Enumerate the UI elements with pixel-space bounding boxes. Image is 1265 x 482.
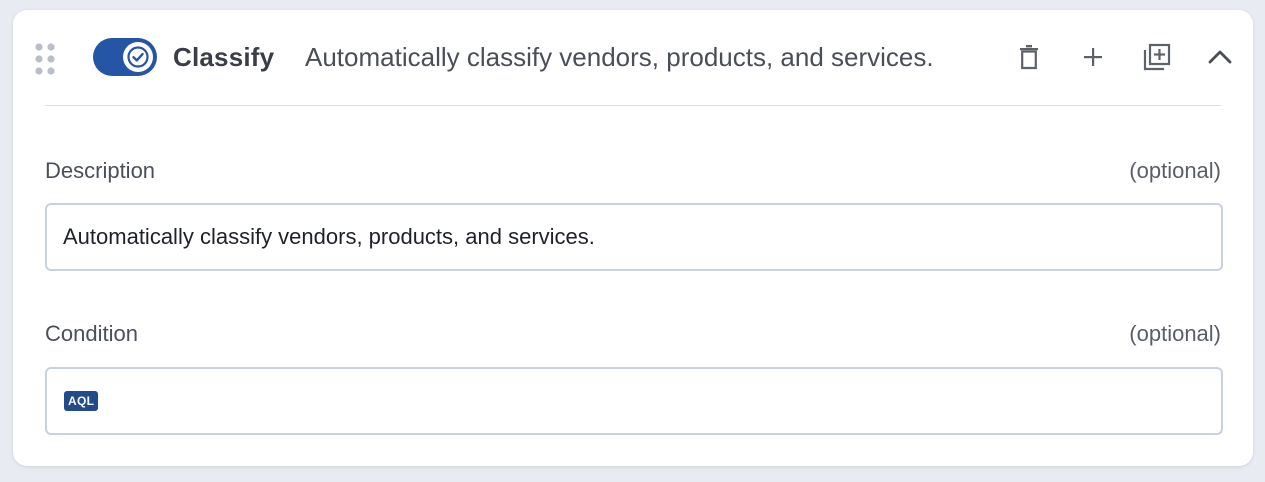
description-label: Description (45, 158, 156, 183)
collapse-button[interactable] (1201, 38, 1239, 76)
trash-icon (1020, 45, 1038, 70)
rule-subtitle: Automatically classify vendors, products… (305, 42, 934, 72)
duplicate-button[interactable] (1138, 38, 1176, 76)
rule-header: Classify Automatically classify vendors,… (13, 10, 1253, 105)
enable-toggle[interactable] (93, 38, 157, 76)
toggle-knob (123, 42, 153, 72)
description-value: Automatically classify vendors, products… (63, 224, 595, 249)
plus-icon (1084, 48, 1102, 66)
rule-title: Classify (173, 42, 275, 72)
condition-label: Condition (45, 321, 138, 346)
delete-button[interactable] (1010, 38, 1048, 76)
check-icon (127, 46, 149, 68)
add-button[interactable] (1074, 38, 1112, 76)
aql-badge: AQL (64, 391, 99, 411)
condition-optional-label: (optional) (1129, 321, 1221, 346)
chevron-up-icon (1208, 50, 1232, 64)
duplicate-icon (1143, 43, 1171, 71)
rule-card: Classify Automatically classify vendors,… (13, 10, 1253, 466)
condition-field[interactable]: AQL (45, 367, 1223, 435)
header-divider (45, 105, 1221, 106)
description-optional-label: (optional) (1129, 158, 1221, 183)
drag-handle-icon[interactable] (33, 42, 57, 76)
description-field[interactable]: Automatically classify vendors, products… (45, 203, 1223, 271)
